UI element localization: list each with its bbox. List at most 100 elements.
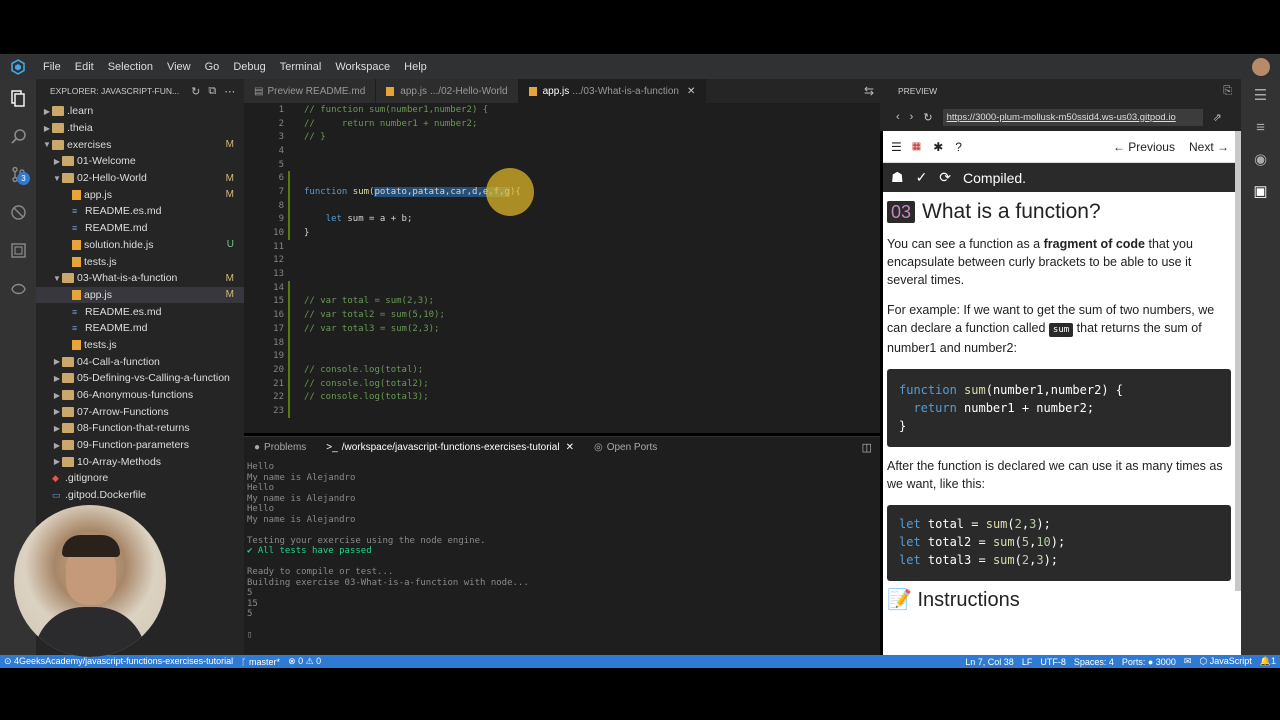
github-icon[interactable]: ◉ bbox=[1241, 143, 1280, 175]
bug-icon[interactable]: ✱ bbox=[933, 140, 943, 154]
ports-status[interactable]: Ports: ● 3000 bbox=[1118, 657, 1180, 667]
close-icon[interactable]: ✕ bbox=[687, 86, 695, 97]
file-item[interactable]: ▭ .gitpod.Dockerfile bbox=[36, 487, 244, 504]
tab-preview-readme[interactable]: ▤ Preview README.md bbox=[244, 79, 377, 103]
gitpod-logo-icon[interactable] bbox=[0, 54, 36, 79]
notifications-status[interactable]: 🔔1 bbox=[1256, 656, 1280, 667]
code-line[interactable]: 13 bbox=[244, 267, 880, 281]
folder-item[interactable]: ▶ .learn bbox=[36, 103, 244, 120]
code-line[interactable]: 11 bbox=[244, 240, 880, 254]
previous-button[interactable]: ← Previous bbox=[1113, 140, 1175, 154]
problems-status[interactable]: ⊗ 0 ⚠ 0 bbox=[284, 656, 325, 667]
folder-item[interactable]: ▶ .theia bbox=[36, 120, 244, 137]
code-line[interactable]: 10} bbox=[244, 226, 880, 240]
test-check-icon[interactable]: ✓ bbox=[916, 169, 928, 186]
code-line[interactable]: 14 bbox=[244, 280, 880, 295]
code-line[interactable]: 2 // return number1 + number2; bbox=[244, 117, 880, 131]
back-icon[interactable]: ‹ bbox=[896, 111, 900, 123]
menu-terminal[interactable]: Terminal bbox=[273, 61, 329, 73]
code-line[interactable]: 1 // function sum(number1,number2) { bbox=[244, 103, 880, 117]
reset-icon[interactable]: ⟳ bbox=[939, 169, 951, 186]
file-item[interactable]: tests.js bbox=[36, 337, 244, 354]
code-line[interactable]: 23 bbox=[244, 404, 880, 418]
code-line[interactable]: 16 // var total2 = sum(5,10); bbox=[244, 308, 880, 322]
build-icon[interactable]: ☗ bbox=[891, 169, 904, 186]
folder-item[interactable]: ▶ 09-Function-parameters bbox=[36, 437, 244, 454]
menu-file[interactable]: File bbox=[36, 61, 68, 73]
forward-icon[interactable]: › bbox=[910, 111, 914, 123]
file-item[interactable]: ≡ README.es.md bbox=[36, 303, 244, 320]
indent-status[interactable]: Spaces: 4 bbox=[1070, 657, 1118, 667]
preview-panel-icon[interactable]: ▣ bbox=[1241, 175, 1280, 207]
remote-icon[interactable] bbox=[0, 269, 36, 307]
collapse-all-icon[interactable]: ⧉ bbox=[208, 85, 216, 98]
language-flag-icon[interactable]: ▦ bbox=[912, 141, 921, 152]
eol-status[interactable]: LF bbox=[1018, 657, 1037, 667]
code-line[interactable]: 3 // } bbox=[244, 130, 880, 144]
code-line[interactable]: 9 let sum = a + b; bbox=[244, 212, 880, 227]
folder-item[interactable]: ▶ 01-Welcome bbox=[36, 153, 244, 170]
folder-item[interactable]: ▶ 10-Array-Methods bbox=[36, 453, 244, 470]
encoding-status[interactable]: UTF-8 bbox=[1036, 657, 1070, 667]
file-item[interactable]: app.js M bbox=[36, 186, 244, 203]
more-icon[interactable]: ⋯ bbox=[224, 85, 235, 98]
code-line[interactable]: 22 // console.log(total3); bbox=[244, 390, 880, 405]
file-item[interactable]: solution.hide.js U bbox=[36, 237, 244, 254]
code-line[interactable]: 8 bbox=[244, 198, 880, 213]
code-line[interactable]: 21 // console.log(total2); bbox=[244, 376, 880, 391]
code-line[interactable]: 6 bbox=[244, 171, 880, 186]
language-status[interactable]: ⬡ JavaScript bbox=[1195, 656, 1255, 667]
tab-app-js-hello-world[interactable]: app.js .../02-Hello-World bbox=[376, 79, 519, 103]
file-item[interactable]: app.js M bbox=[36, 286, 244, 304]
code-line[interactable]: 18 bbox=[244, 335, 880, 350]
next-button[interactable]: Next → bbox=[1189, 140, 1229, 154]
code-line[interactable]: 12 bbox=[244, 254, 880, 268]
folder-item[interactable]: ▶ 07-Arrow-Functions bbox=[36, 403, 244, 420]
tab-app-js-what-is-a-function[interactable]: app.js .../03-What-is-a-function ✕ bbox=[518, 79, 707, 103]
outline-icon[interactable]: ☰ bbox=[1241, 79, 1280, 111]
refresh-icon[interactable]: ↻ bbox=[191, 85, 200, 98]
code-editor[interactable]: 1 // function sum(number1,number2) {2 // r… bbox=[244, 103, 880, 433]
close-icon[interactable]: ✕ bbox=[566, 442, 574, 453]
debug-icon[interactable] bbox=[0, 193, 36, 231]
folder-item[interactable]: ▶ 05-Defining-vs-Calling-a-function bbox=[36, 370, 244, 387]
code-line[interactable]: 15 // var total = sum(2,3); bbox=[244, 294, 880, 309]
terminal-output[interactable]: Hello My name is Alejandro Hello My name is… bbox=[244, 458, 880, 655]
menu-go[interactable]: Go bbox=[198, 61, 227, 73]
folder-item[interactable]: ▼ exercises M bbox=[36, 136, 244, 153]
open-external-icon[interactable]: ⇗ bbox=[1213, 111, 1222, 124]
menu-help[interactable]: Help bbox=[397, 61, 434, 73]
tab-terminal[interactable]: >_ /workspace/javascript-functions-exerc… bbox=[316, 437, 584, 459]
tab-open-ports[interactable]: ◎ Open Ports bbox=[584, 442, 667, 453]
feedback-icon[interactable]: ✉ bbox=[1180, 656, 1196, 667]
code-line[interactable]: 19 bbox=[244, 349, 880, 364]
code-line[interactable]: 7function sum(potato,patata,car,d,e,f,g)… bbox=[244, 185, 880, 199]
folder-item[interactable]: ▶ 04-Call-a-function bbox=[36, 353, 244, 370]
source-control-icon[interactable]: 3 bbox=[0, 155, 36, 193]
cursor-position[interactable]: Ln 7, Col 38 bbox=[961, 657, 1018, 667]
open-source-icon[interactable]: ⎘ bbox=[1223, 85, 1232, 98]
file-item[interactable]: tests.js bbox=[36, 253, 244, 270]
file-item[interactable]: ≡ README.md bbox=[36, 220, 244, 237]
code-line[interactable]: 4 bbox=[244, 144, 880, 158]
branch-status[interactable]: ᚴ master* bbox=[237, 657, 284, 667]
explorer-icon[interactable] bbox=[0, 79, 36, 117]
search-icon[interactable] bbox=[0, 117, 36, 155]
code-line[interactable]: 20 // console.log(total); bbox=[244, 363, 880, 377]
menu-debug[interactable]: Debug bbox=[226, 61, 272, 73]
repo-status[interactable]: ⊙ 4GeeksAcademy/javascript-functions-exe… bbox=[0, 656, 237, 667]
split-editor-icon[interactable]: ⇆ bbox=[864, 79, 880, 103]
maximize-panel-icon[interactable]: ◫ bbox=[862, 441, 872, 454]
menu-icon[interactable]: ☰ bbox=[891, 140, 902, 154]
menu-edit[interactable]: Edit bbox=[68, 61, 101, 73]
menu-workspace[interactable]: Workspace bbox=[328, 61, 397, 73]
folder-item[interactable]: ▶ 08-Function-that-returns bbox=[36, 420, 244, 437]
url-input[interactable]: https://3000-plum-mollusk-m50ssid4.ws-us… bbox=[942, 108, 1203, 126]
list-icon[interactable]: ≡ bbox=[1241, 111, 1280, 143]
user-avatar[interactable] bbox=[1252, 57, 1270, 76]
help-icon[interactable]: ? bbox=[955, 140, 962, 154]
code-line[interactable]: 5 bbox=[244, 158, 880, 172]
file-item[interactable]: ◆ .gitignore bbox=[36, 470, 244, 487]
menu-selection[interactable]: Selection bbox=[101, 61, 160, 73]
folder-item[interactable]: ▼ 03-What-is-a-function M bbox=[36, 270, 244, 287]
